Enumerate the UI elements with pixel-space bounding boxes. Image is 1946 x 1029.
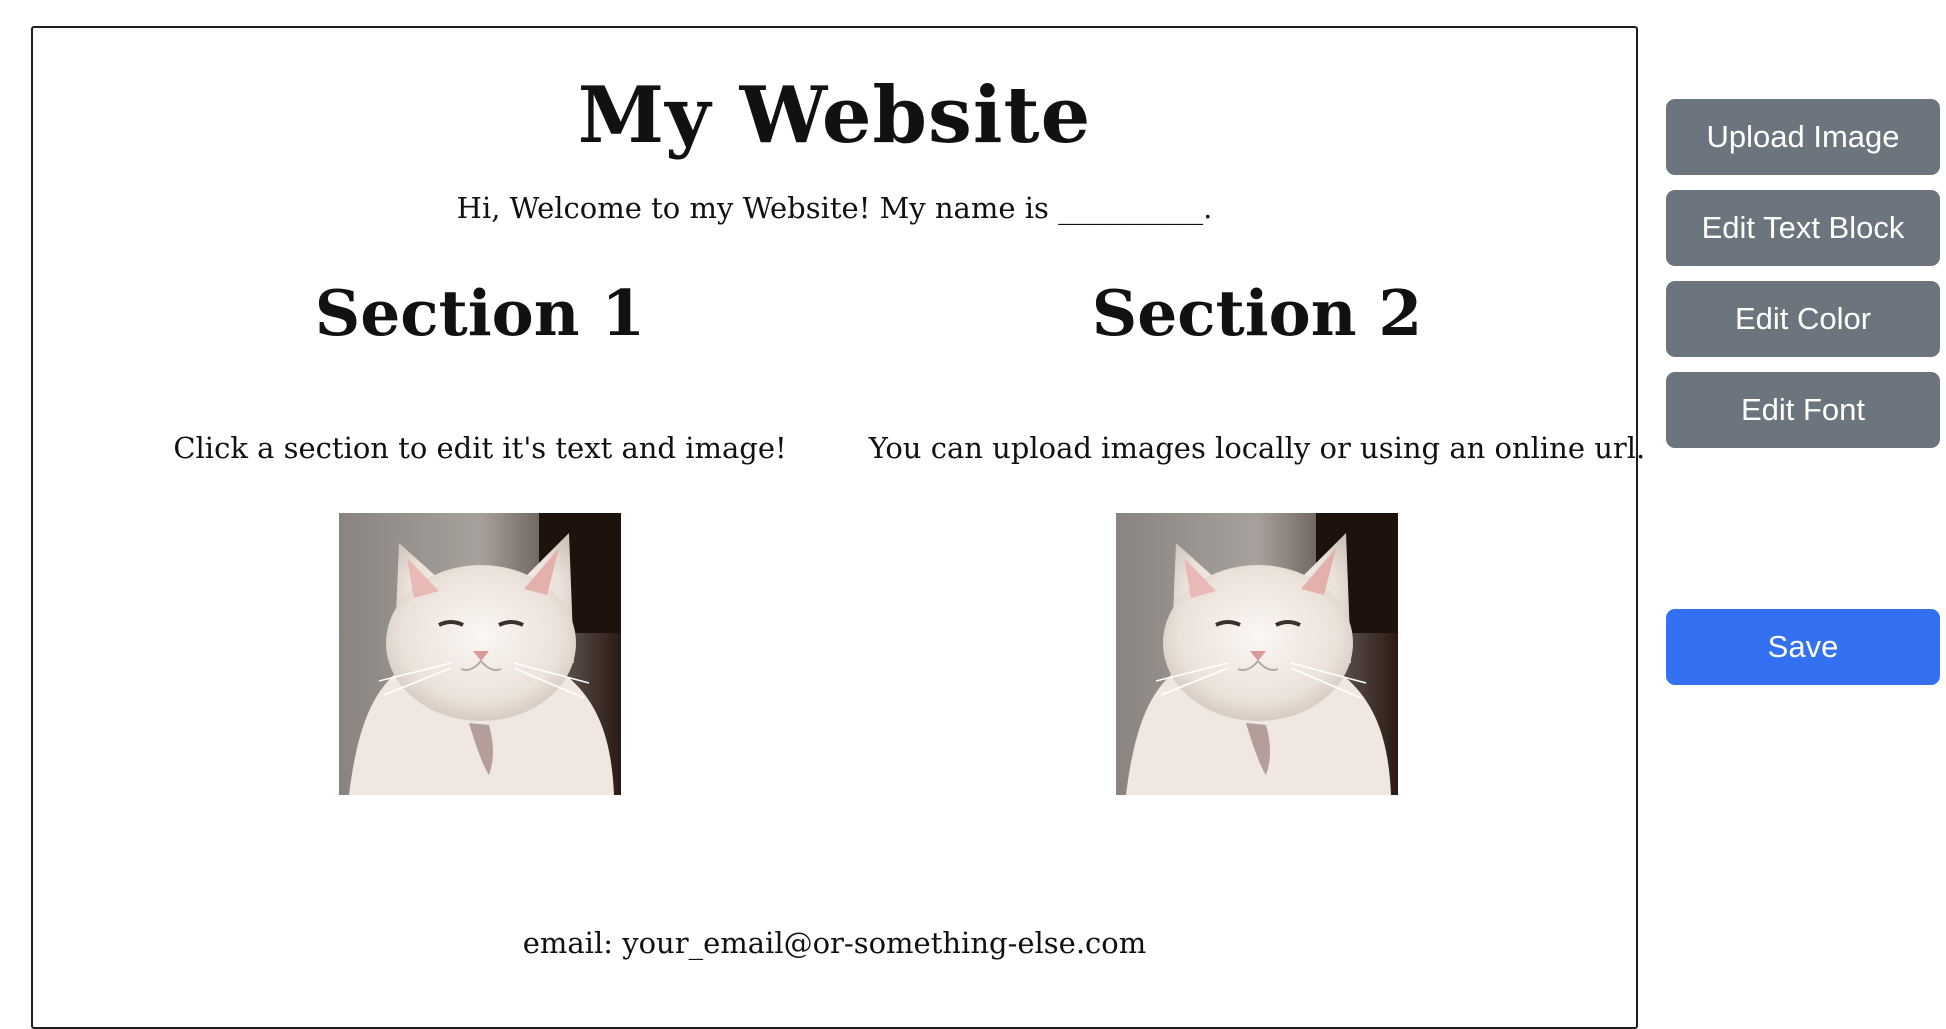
footer-email[interactable]: email: your_email@or-something-else.com <box>33 923 1636 963</box>
intro-text[interactable]: Hi, Welcome to my Website! My name is __… <box>33 188 1636 228</box>
edit-color-button[interactable]: Edit Color <box>1666 281 1940 357</box>
cat-photo <box>1116 513 1398 795</box>
section-heading[interactable]: Section 2 <box>867 268 1647 358</box>
edit-font-button[interactable]: Edit Font <box>1666 372 1940 448</box>
cat-photo <box>339 513 621 795</box>
section-1[interactable]: Section 1 Click a section to edit it's t… <box>90 268 870 795</box>
section-text[interactable]: You can upload images locally or using a… <box>867 428 1647 468</box>
edit-text-block-button[interactable]: Edit Text Block <box>1666 190 1940 266</box>
section-heading[interactable]: Section 1 <box>90 268 870 358</box>
upload-image-button[interactable]: Upload Image <box>1666 99 1940 175</box>
website-preview-canvas: My Website Hi, Welcome to my Website! My… <box>31 26 1645 1029</box>
save-button[interactable]: Save <box>1666 609 1940 685</box>
section-image[interactable] <box>1116 513 1398 795</box>
section-image[interactable] <box>339 513 621 795</box>
section-2[interactable]: Section 2 You can upload images locally … <box>867 268 1647 795</box>
site-title[interactable]: My Website <box>33 66 1636 166</box>
section-text[interactable]: Click a section to edit it's text and im… <box>90 428 870 468</box>
